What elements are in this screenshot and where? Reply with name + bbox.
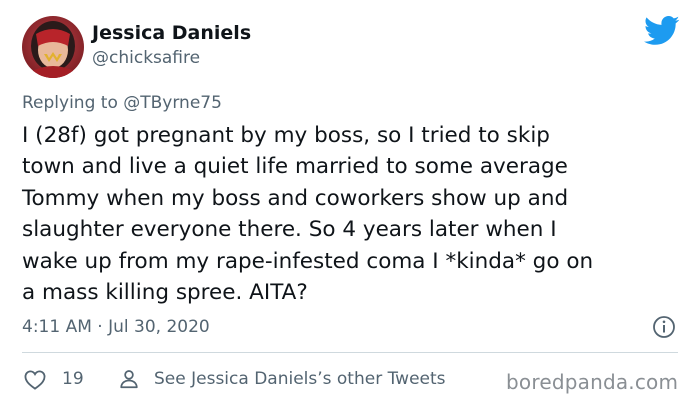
- person-icon: [118, 368, 140, 390]
- tweet-timestamp[interactable]: 4:11 AM · Jul 30, 2020: [22, 317, 210, 337]
- divider: [22, 352, 678, 353]
- info-icon[interactable]: [652, 315, 676, 339]
- boredpanda-watermark: boredpanda.com: [506, 370, 679, 394]
- tweet-line: Tommy when my boss and coworkers show up…: [22, 185, 569, 211]
- author-handle[interactable]: @chicksafire: [92, 48, 200, 68]
- tweet-card: Jessica Daniels @chicksafire Replying to…: [0, 0, 700, 406]
- replying-prefix: Replying to: [22, 93, 124, 113]
- tweet-line: wake up from my rape-infested coma I *ki…: [22, 248, 594, 274]
- author-avatar[interactable]: [22, 16, 84, 78]
- wonder-woman-avatar-icon: [22, 16, 84, 78]
- author-display-name[interactable]: Jessica Daniels: [92, 22, 251, 44]
- tweet-line: slaughter everyone there. So 4 years lat…: [22, 217, 557, 243]
- see-other-tweets-link[interactable]: See Jessica Daniels’s other Tweets: [154, 369, 446, 389]
- tweet-text: I (28f) got pregnant by my boss, so I tr…: [22, 120, 682, 308]
- tweet-line: a mass killing spree. AITA?: [22, 280, 308, 306]
- replying-to: Replying to @TByrne75: [22, 93, 222, 113]
- like-count: 19: [62, 369, 84, 389]
- heart-icon[interactable]: [24, 370, 46, 390]
- reply-handle-link[interactable]: @TByrne75: [123, 93, 222, 113]
- tweet-line: I (28f) got pregnant by my boss, so I tr…: [22, 123, 550, 148]
- tweet-line: town and live a quiet life married to so…: [22, 154, 568, 180]
- twitter-bird-icon[interactable]: [644, 15, 680, 47]
